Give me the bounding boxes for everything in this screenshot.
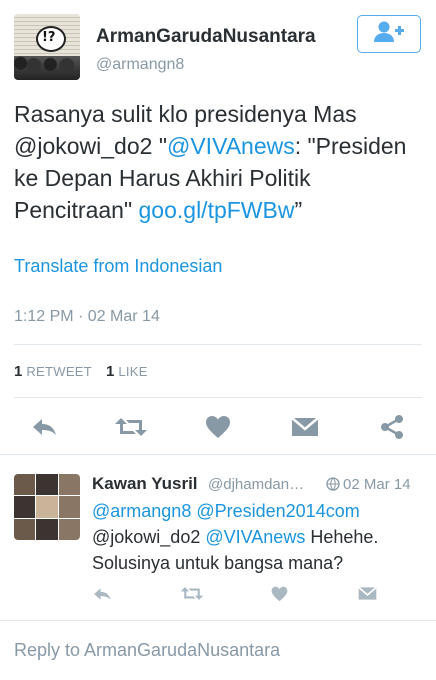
divider xyxy=(14,397,422,398)
avatar-tile xyxy=(58,518,80,540)
like-label: LIKE xyxy=(118,364,148,379)
avatar-tile xyxy=(14,496,36,518)
like-button[interactable] xyxy=(201,414,235,444)
url-link[interactable]: goo.gl/tpFWBw xyxy=(139,197,295,223)
retweet-count: 1 xyxy=(14,363,23,380)
share-icon xyxy=(379,414,405,445)
retweet-button[interactable] xyxy=(114,414,148,444)
envelope-icon xyxy=(357,586,377,606)
mention-link[interactable]: @Presiden2014com xyxy=(196,501,359,521)
mention-link[interactable]: @VIVAnews xyxy=(205,527,305,547)
heart-icon xyxy=(271,586,288,607)
avatar-tile xyxy=(14,518,36,540)
reply-author-handle[interactable]: @djhamdan… xyxy=(208,476,304,493)
like-button[interactable] xyxy=(267,586,291,606)
tweet-text-part: ” xyxy=(294,197,303,223)
like-stat[interactable]: 1 LIKE xyxy=(106,363,148,380)
tweet-actions xyxy=(0,408,436,448)
retweet-label: RETWEET xyxy=(26,364,92,379)
avatar-tile xyxy=(14,474,36,496)
message-button[interactable] xyxy=(288,414,322,444)
divider xyxy=(14,344,422,345)
retweet-icon xyxy=(114,415,148,444)
retweet-stat[interactable]: 1 RETWEET xyxy=(14,363,92,380)
main-tweet: !? ArmanGarudaNusantara @armangn8 Rasany… xyxy=(0,0,436,458)
reply-text-part: Hehehe. xyxy=(305,527,379,547)
tweet-text: Rasanya sulit klo presidenya Mas @jokowi… xyxy=(14,98,424,226)
reply-author-avatar[interactable] xyxy=(14,474,80,540)
mention-link[interactable]: @VIVAnews xyxy=(167,133,295,159)
envelope-icon xyxy=(291,416,319,443)
translate-link[interactable]: Translate from Indonesian xyxy=(14,256,222,277)
reply-icon xyxy=(30,416,58,443)
reply-text-part: Solusinya untuk bangsa mana? xyxy=(92,553,344,573)
reply-button[interactable] xyxy=(90,586,114,606)
author-name[interactable]: ArmanGarudaNusantara xyxy=(96,26,316,48)
like-count: 1 xyxy=(106,363,115,380)
avatar-crowd xyxy=(14,56,80,80)
mention-link[interactable]: @armangn8 xyxy=(92,501,191,521)
divider xyxy=(0,620,436,621)
reply-button[interactable] xyxy=(27,414,61,444)
avatar-tile xyxy=(36,496,58,518)
avatar-tile xyxy=(58,474,80,496)
heart-icon xyxy=(205,415,231,444)
follow-button[interactable] xyxy=(357,15,421,53)
reply-text: @armangn8 @Presiden2014com @jokowi_do2 @… xyxy=(92,498,422,576)
divider xyxy=(0,454,436,455)
tweet-stats: 1 RETWEET 1 LIKE xyxy=(14,363,148,380)
avatar-tile xyxy=(36,518,58,540)
author-avatar[interactable]: !? xyxy=(14,14,80,80)
message-button[interactable] xyxy=(355,586,379,606)
reply-icon xyxy=(92,586,112,607)
reply-input[interactable]: Reply to ArmanGarudaNusantara xyxy=(14,640,280,661)
reply-author-name[interactable]: Kawan Yusril xyxy=(92,474,198,494)
tweet-timestamp: 1:12 PM · 02 Mar 14 xyxy=(14,308,160,325)
reply-tweet-actions xyxy=(0,582,436,610)
reply-time: 02 Mar 14 xyxy=(343,476,411,493)
avatar-tile xyxy=(58,496,80,518)
reply-text-part: @jokowi_do2 xyxy=(92,527,206,547)
add-user-icon xyxy=(373,20,405,49)
share-button[interactable] xyxy=(375,414,409,444)
author-handle[interactable]: @armangn8 xyxy=(96,56,184,74)
retweet-icon xyxy=(180,585,204,607)
reply-tweet[interactable]: Kawan Yusril @djhamdan… 02 Mar 14 @arman… xyxy=(0,458,436,618)
avatar-tile xyxy=(36,474,58,496)
avatar-caption: !? xyxy=(42,30,56,45)
globe-icon xyxy=(326,477,340,496)
retweet-button[interactable] xyxy=(180,586,204,606)
